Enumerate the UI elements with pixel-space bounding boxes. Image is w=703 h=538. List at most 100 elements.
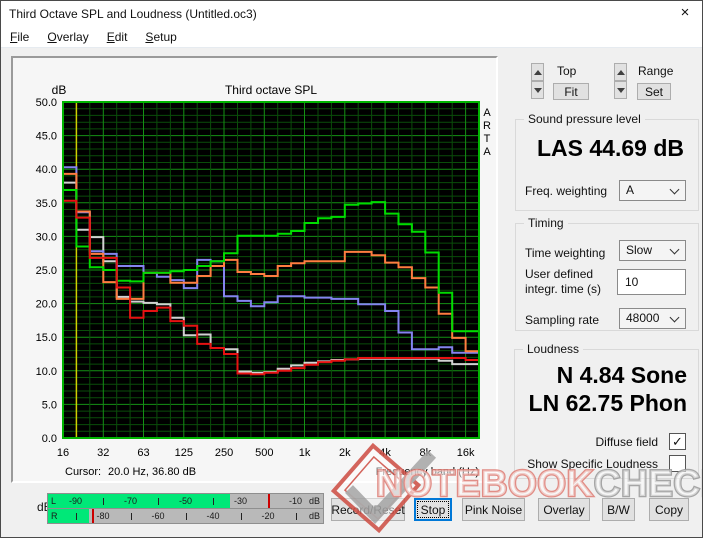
diffuse-field-label: Diffuse field — [595, 435, 658, 449]
arrow-up-icon — [534, 70, 542, 75]
chevron-down-icon — [669, 244, 680, 255]
time-weighting-value: Slow — [626, 243, 653, 257]
meter-unit-label: dB — [308, 511, 320, 521]
x-tick-label: 32 — [97, 447, 109, 459]
meter-scale-label: -70 — [123, 496, 138, 506]
arrow-down-icon — [617, 88, 625, 93]
cursor-readout-label: Cursor: — [65, 466, 101, 478]
integr-time-input[interactable]: 10 — [617, 269, 686, 295]
chart-title: Third octave SPL — [225, 83, 317, 97]
x-tick-label: 1k — [299, 447, 311, 459]
meter-channel-label: L — [51, 496, 57, 506]
y-tick-label: 45.0 — [36, 131, 57, 143]
meter-tick — [130, 513, 132, 520]
show-specific-loudness-label: Show Specific Loudness — [527, 457, 658, 471]
y-tick-label: 20.0 — [36, 299, 57, 311]
y-tick-label: 50.0 — [36, 97, 57, 109]
meter-scale-label: -60 — [151, 511, 165, 521]
sampling-rate-select[interactable]: 48000 — [619, 308, 686, 329]
action-button-stop[interactable]: Stop — [414, 498, 452, 521]
menu-item-overlay[interactable]: Overlay — [38, 27, 97, 47]
freq-weighting-label: Freq. weighting — [525, 184, 608, 198]
meter-tick — [213, 498, 214, 505]
y-tick-label: 35.0 — [36, 198, 57, 210]
x-tick-label: 16k — [457, 447, 475, 459]
action-button-copy[interactable]: Copy — [649, 498, 689, 521]
meter-tick — [295, 513, 297, 520]
meter-scale-label: -10 — [288, 496, 303, 506]
spl-chart[interactable]: dB Third octave SPLARTA50.045.040.035.030… — [13, 58, 496, 481]
freq-weighting-select[interactable]: A — [619, 180, 686, 201]
set-button[interactable]: Set — [637, 83, 671, 100]
meter-row-r: -80 -60 -40 -20 RdB — [48, 509, 323, 523]
action-button-record-reset[interactable]: Record/Reset — [331, 498, 405, 521]
x-tick-label: 8k — [420, 447, 432, 459]
meter-row-l: -90 -70 -50 -30 -10 LdB — [48, 494, 323, 508]
menu-item-file[interactable]: File — [1, 27, 38, 47]
integr-time-label-2: integr. time (s) — [525, 282, 602, 296]
top-spin-up-button[interactable] — [531, 63, 544, 81]
action-button-overlay[interactable]: Overlay — [538, 498, 590, 521]
meter-scale-label: -40 — [206, 511, 220, 521]
y-tick-label: 15.0 — [36, 332, 57, 344]
loudness-sone-value: N 4.84 Sone — [556, 362, 687, 388]
integr-time-label-1: User defined — [525, 267, 594, 281]
meter-scale-label: -30 — [233, 496, 248, 506]
meter-tick — [158, 498, 159, 505]
meter-unit-label: dB — [308, 496, 320, 506]
arrow-down-icon — [534, 88, 542, 93]
fit-button[interactable]: Fit — [553, 83, 589, 100]
sampling-rate-value: 48000 — [626, 311, 660, 325]
meter-scale-label: -90 — [68, 496, 83, 506]
meter-tick — [240, 513, 242, 520]
diffuse-field-checkbox[interactable]: ✓ — [669, 433, 686, 450]
show-specific-loudness-checkbox[interactable] — [669, 455, 686, 472]
meter-scale-label: -80 — [96, 511, 110, 521]
sampling-rate-label: Sampling rate — [525, 313, 600, 327]
y-tick-label: 40.0 — [36, 164, 57, 176]
loudness-group-title: Loudness — [523, 342, 584, 356]
y-axis-unit: dB — [52, 83, 67, 97]
meter-tick — [103, 498, 104, 505]
x-tick-label: 63 — [137, 447, 149, 459]
title-bar: Third Octave SPL and Loudness (Untitled.… — [1, 1, 702, 27]
x-tick-label: 2k — [339, 447, 351, 459]
app-window: Third Octave SPL and Loudness (Untitled.… — [0, 0, 703, 538]
arrow-up-icon — [617, 70, 625, 75]
freq-weighting-value: A — [626, 183, 635, 197]
arta-brand: A — [483, 107, 491, 119]
meter-tick — [75, 513, 77, 520]
range-spin-down-button[interactable] — [614, 81, 627, 99]
spl-value: LAS 44.69 dB — [537, 135, 684, 161]
chevron-down-icon — [669, 184, 680, 195]
timing-group-title: Timing — [524, 216, 568, 230]
meter-peak-indicator — [268, 494, 270, 508]
action-button-b-w[interactable]: B/W — [602, 498, 635, 521]
x-tick-label: 250 — [215, 447, 233, 459]
y-tick-label: 30.0 — [36, 231, 57, 243]
timing-groupbox: Timing Time weighting Slow User defined … — [515, 216, 699, 331]
meter-scale-label: -20 — [261, 511, 275, 521]
meter-peak-indicator — [92, 509, 94, 523]
arta-brand: T — [484, 133, 491, 145]
top-spin-down-button[interactable] — [531, 81, 544, 99]
time-weighting-select[interactable]: Slow — [619, 240, 686, 261]
menu-item-edit[interactable]: Edit — [98, 27, 137, 47]
menu-item-setup[interactable]: Setup — [136, 27, 185, 47]
meter-channel-label: R — [51, 511, 58, 521]
x-tick-label: 500 — [255, 447, 273, 459]
cursor-readout-value: 20.0 Hz, 36.80 dB — [108, 466, 196, 478]
top-label: Top — [557, 64, 577, 78]
y-tick-label: 5.0 — [42, 399, 57, 411]
action-button-pink-noise[interactable]: Pink Noise — [462, 498, 525, 521]
level-meters: -90 -70 -50 -30 -10 LdB -80 -60 -40 -20 RdB — [47, 493, 324, 524]
time-weighting-label: Time weighting — [525, 246, 606, 260]
chevron-down-icon — [669, 312, 680, 323]
x-tick-label: 4k — [379, 447, 391, 459]
spl-group-title: Sound pressure level — [524, 112, 645, 126]
spl-groupbox: Sound pressure level LAS 44.69 dB Freq. … — [515, 112, 699, 211]
arta-brand: R — [483, 120, 491, 132]
range-spin-up-button[interactable] — [614, 63, 627, 81]
x-tick-label: 125 — [175, 447, 193, 459]
close-icon[interactable]: × — [672, 3, 698, 24]
